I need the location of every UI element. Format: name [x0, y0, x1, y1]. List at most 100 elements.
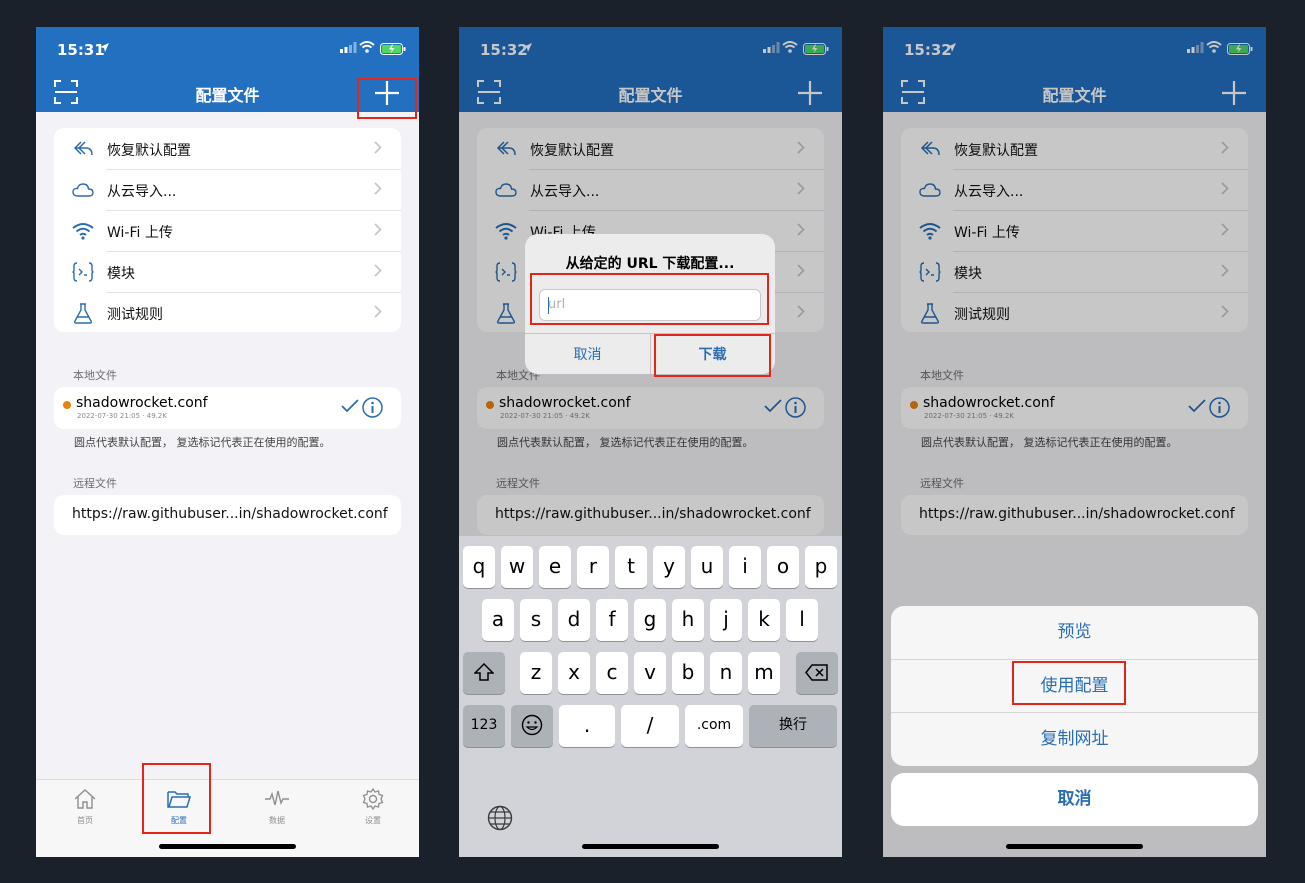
menu-item-import-cloud[interactable]: 从云导入... — [54, 169, 401, 210]
local-files-header: 本地文件 — [73, 369, 117, 382]
backspace-icon — [805, 664, 828, 681]
emoji-icon — [521, 714, 543, 736]
return-key[interactable]: 换行 — [749, 705, 837, 747]
menu-item-label: Wi-Fi 上传 — [107, 225, 173, 241]
gear-icon — [362, 787, 384, 811]
key-l[interactable]: l — [786, 599, 818, 641]
key-r[interactable]: r — [577, 546, 609, 588]
key-w[interactable]: w — [501, 546, 533, 588]
menu-item-test-rules[interactable]: 测试规则 — [54, 292, 401, 332]
default-dot-icon — [63, 401, 71, 409]
chevron-right-icon — [374, 182, 382, 195]
file-name: shadowrocket.conf — [76, 395, 208, 411]
key-d[interactable]: d — [558, 599, 590, 641]
key-m[interactable]: m — [748, 652, 780, 694]
page-title: 配置文件 — [195, 86, 260, 105]
tab-label: 首页 — [77, 816, 93, 825]
key-y[interactable]: y — [653, 546, 685, 588]
key-e[interactable]: e — [539, 546, 571, 588]
shift-icon — [473, 662, 495, 681]
sheet-preview-button[interactable]: 预览 — [891, 606, 1258, 659]
key-v[interactable]: v — [634, 652, 666, 694]
wifi-status-icon — [359, 41, 375, 53]
tab-label: 配置 — [171, 816, 187, 825]
menu-item-wifi-upload[interactable]: Wi-Fi 上传 — [54, 210, 401, 251]
key-j[interactable]: j — [710, 599, 742, 641]
nav-bar: 配置文件 — [36, 75, 419, 112]
period-key[interactable]: . — [559, 705, 615, 747]
file-meta: 2022-07-30 21:05 · 49.2K — [77, 412, 167, 420]
key-o[interactable]: o — [767, 546, 799, 588]
tab-label: 数据 — [269, 816, 285, 825]
flask-icon — [73, 303, 93, 324]
remote-url: https://raw.githubuser...in/shadowrocket… — [72, 506, 388, 522]
home-indicator — [1006, 844, 1143, 849]
folder-icon — [167, 791, 192, 808]
chevron-right-icon — [374, 141, 382, 154]
key-x[interactable]: x — [558, 652, 590, 694]
phone-screen-download-dialog: 15:32 配置文件 恢复默认配置 从云导入... Wi-Fi 上传 模块 — [459, 27, 842, 857]
key-k[interactable]: k — [748, 599, 780, 641]
battery-icon — [380, 43, 406, 55]
keyboard-row-3: z x c v b n m — [459, 652, 842, 694]
url-input[interactable]: url — [539, 289, 761, 321]
home-indicator — [159, 844, 296, 849]
status-bar: 15:31 — [36, 27, 419, 75]
key-s[interactable]: s — [520, 599, 552, 641]
tab-home[interactable]: 首页 — [60, 788, 110, 826]
menu-item-label: 测试规则 — [107, 307, 163, 323]
remote-files-header: 远程文件 — [73, 477, 117, 490]
module-icon — [72, 262, 94, 282]
key-a[interactable]: a — [482, 599, 514, 641]
key-b[interactable]: b — [672, 652, 704, 694]
menu-item-label: 模块 — [107, 266, 135, 282]
key-p[interactable]: p — [805, 546, 837, 588]
key-c[interactable]: c — [596, 652, 628, 694]
info-icon[interactable] — [362, 397, 383, 418]
key-i[interactable]: i — [729, 546, 761, 588]
key-t[interactable]: t — [615, 546, 647, 588]
phone-screen-action-sheet: 15:32 配置文件 恢复默认配置 从云导入... Wi-Fi 上传 模块 测试… — [883, 27, 1266, 857]
backspace-key[interactable] — [796, 652, 838, 694]
status-time: 15:31 — [57, 41, 105, 59]
shift-key[interactable] — [463, 652, 505, 694]
tab-label: 设置 — [365, 816, 381, 825]
cloud-icon — [72, 183, 94, 197]
dialog-cancel-button[interactable]: 取消 — [525, 344, 650, 364]
keyboard-row-2: a s d f g h j k l — [459, 599, 842, 641]
keyboard: q w e r t y u i o p a s d f g h j k l z — [459, 536, 842, 857]
key-n[interactable]: n — [710, 652, 742, 694]
key-z[interactable]: z — [520, 652, 552, 694]
menu-item-module[interactable]: 模块 — [54, 251, 401, 292]
key-f[interactable]: f — [596, 599, 628, 641]
emoji-key[interactable] — [511, 705, 553, 747]
chevron-right-icon — [374, 264, 382, 277]
legend-note: 圆点代表默认配置， 复选标记代表正在使用的配置。 — [74, 436, 331, 449]
sheet-copy-url-button[interactable]: 复制网址 — [891, 712, 1258, 765]
local-file-row[interactable]: shadowrocket.conf 2022-07-30 21:05 · 49.… — [54, 387, 401, 429]
key-g[interactable]: g — [634, 599, 666, 641]
dialog-download-button[interactable]: 下载 — [650, 344, 775, 364]
slash-key[interactable]: / — [621, 705, 679, 747]
home-icon — [74, 789, 96, 809]
dialog-title: 从给定的 URL 下载配置... — [565, 256, 735, 272]
globe-icon[interactable] — [487, 805, 513, 831]
key-u[interactable]: u — [691, 546, 723, 588]
numbers-key[interactable]: 123 — [463, 705, 505, 747]
checkmark-icon — [341, 399, 359, 413]
sheet-use-config-button[interactable]: 使用配置 — [891, 659, 1258, 712]
sheet-cancel-button[interactable]: 取消 — [891, 773, 1258, 826]
chevron-right-icon — [374, 305, 382, 318]
dotcom-key[interactable]: .com — [685, 705, 743, 747]
key-q[interactable]: q — [463, 546, 495, 588]
key-h[interactable]: h — [672, 599, 704, 641]
add-config-button[interactable] — [373, 79, 401, 107]
menu-item-label: 恢复默认配置 — [107, 143, 191, 159]
tab-config[interactable]: 配置 — [154, 788, 204, 826]
menu-item-restore-default[interactable]: 恢复默认配置 — [54, 128, 401, 169]
tab-settings[interactable]: 设置 — [348, 787, 398, 826]
wifi-icon — [72, 223, 94, 240]
home-indicator — [582, 844, 719, 849]
tab-data[interactable]: 数据 — [252, 788, 302, 826]
remote-file-row[interactable]: https://raw.githubuser...in/shadowrocket… — [54, 495, 401, 535]
